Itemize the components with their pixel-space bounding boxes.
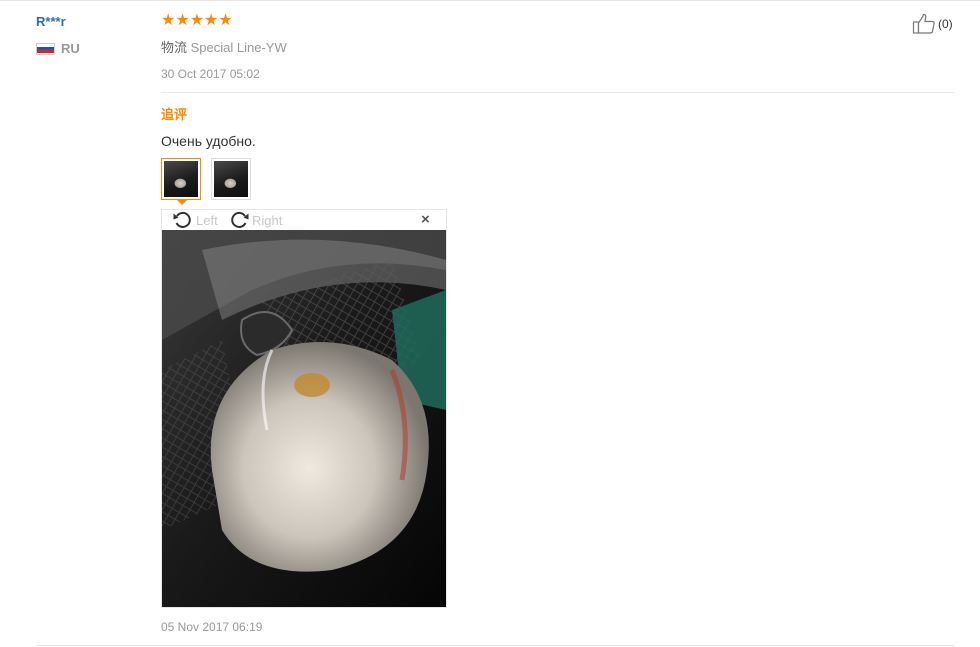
followup-date: 05 Nov 2017 06:19 [161,620,263,634]
thumbnail-image [164,161,198,197]
rotate-right-button[interactable]: Right [228,210,282,230]
review-thumbnail-1[interactable] [161,158,201,200]
close-viewer-button[interactable]: × [421,211,430,229]
rotate-left-label: Left [196,212,218,228]
review-date: 30 Oct 2017 05:02 [161,67,260,81]
reviewer-name: R***r [36,14,66,29]
logistics-label: 物流 [161,40,188,55]
thumbs-up-icon [912,13,935,34]
star-rating: ★★★★★ [161,12,233,29]
helpful-button[interactable]: (0) [912,13,953,35]
russia-flag-icon [36,42,55,55]
review-thumbnail-2[interactable] [211,158,251,200]
followup-text: Очень удобно. [161,133,256,149]
logistics-info: 物流 Special Line-YW [161,37,287,56]
country-code: RU [61,41,80,56]
rotate-left-button[interactable]: Left [172,210,218,230]
followup-title: 追评 [161,107,188,122]
rotate-right-label: Right [252,212,283,228]
reviewer-country: RU [36,41,80,56]
rotate-left-icon [173,211,191,228]
image-viewer: Left Right × [161,209,447,608]
thumbnail-image [214,161,248,197]
rotate-right-icon [231,211,249,228]
bottom-divider [36,645,954,646]
review-photo-large [162,230,446,607]
top-divider [0,0,980,1]
selected-thumbnail-pointer [176,199,188,205]
helpful-count: (0) [938,17,953,31]
section-divider [161,92,954,93]
photo-plastic-bag-in-car [162,230,446,607]
image-viewer-toolbar: Left Right × [162,210,446,230]
logistics-value: Special Line-YW [190,40,287,55]
